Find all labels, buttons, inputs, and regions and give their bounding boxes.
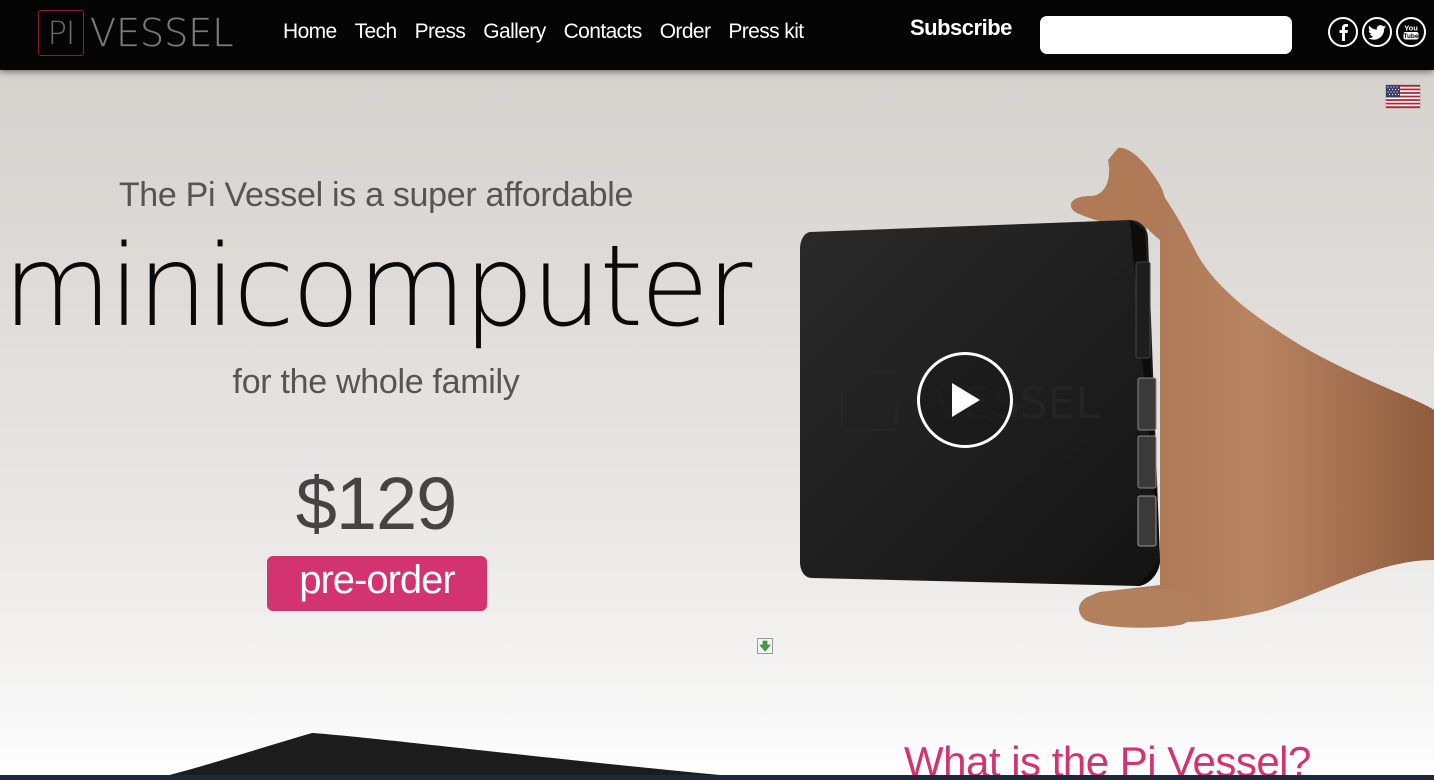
nav-order[interactable]: Order [660, 18, 711, 46]
logo-mark: PI [38, 10, 84, 56]
bottom-edge [0, 775, 1434, 780]
nav-tech[interactable]: Tech [355, 18, 398, 46]
nav-home[interactable]: Home [283, 18, 337, 46]
play-icon [952, 383, 980, 417]
site-logo[interactable]: PI VESSEL [38, 10, 234, 56]
hand-finger [1078, 588, 1198, 628]
nav-press[interactable]: Press [415, 18, 466, 46]
usb-port-icon [1137, 435, 1157, 489]
twitter-icon[interactable] [1362, 17, 1392, 47]
play-video-button[interactable] [917, 352, 1013, 448]
svg-text:You: You [1404, 24, 1418, 33]
facebook-icon[interactable] [1328, 17, 1358, 47]
hand-thumb [1070, 147, 1166, 229]
nav-press-kit[interactable]: Press kit [728, 18, 804, 46]
logo-wordmark: VESSEL [90, 11, 234, 55]
main-nav: Home Tech Press Gallery Contacts Order P… [283, 18, 822, 46]
top-navigation-bar: PI VESSEL Home Tech Press Gallery Contac… [0, 0, 1434, 70]
product-image: VESSEL [800, 147, 1434, 628]
ethernet-port-icon [1137, 495, 1157, 547]
subscribe-label: Subscribe [910, 15, 1012, 40]
nav-contacts[interactable]: Contacts [564, 18, 643, 46]
youtube-icon[interactable]: You Tube [1396, 17, 1426, 47]
us-flag-icon[interactable] [1386, 85, 1420, 109]
usb-port-icon [1137, 377, 1157, 431]
subscribe-email-input[interactable] [1040, 16, 1292, 54]
svg-text:Tube: Tube [1403, 33, 1418, 40]
download-arrow-icon[interactable] [757, 638, 773, 654]
nav-gallery[interactable]: Gallery [483, 18, 546, 46]
